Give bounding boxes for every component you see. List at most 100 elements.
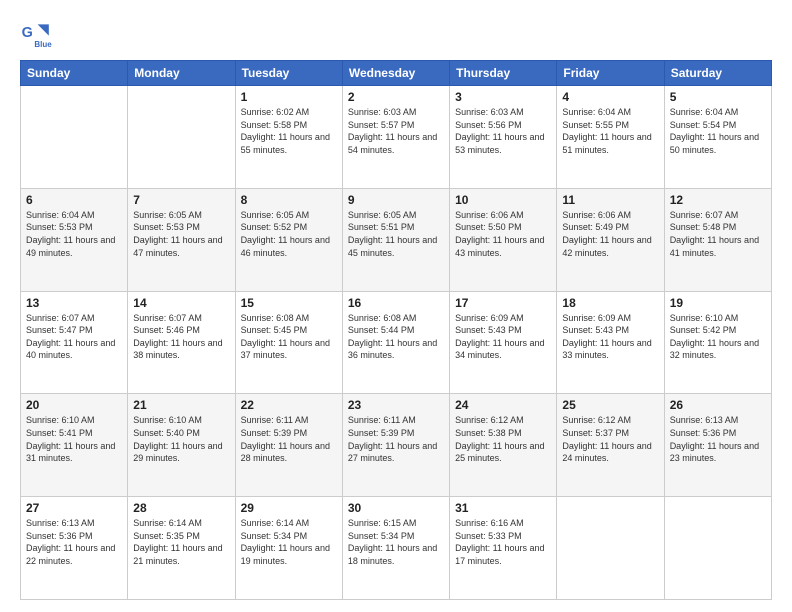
calendar-table: SundayMondayTuesdayWednesdayThursdayFrid… xyxy=(20,60,772,600)
logo: G Blue xyxy=(20,18,56,50)
cell-details: Sunrise: 6:13 AMSunset: 5:36 PMDaylight:… xyxy=(26,517,122,567)
page: G Blue SundayMondayTuesdayWednesdayThurs… xyxy=(0,0,792,612)
day-cell: 11 Sunrise: 6:06 AMSunset: 5:49 PMDayligh… xyxy=(557,188,664,291)
day-cell: 1 Sunrise: 6:02 AMSunset: 5:58 PMDaylight… xyxy=(235,86,342,189)
day-cell: 4 Sunrise: 6:04 AMSunset: 5:55 PMDaylight… xyxy=(557,86,664,189)
weekday-header-row: SundayMondayTuesdayWednesdayThursdayFrid… xyxy=(21,61,772,86)
cell-details: Sunrise: 6:11 AMSunset: 5:39 PMDaylight:… xyxy=(348,414,444,464)
day-cell: 22Sunrise: 6:11 AMSunset: 5:39 PMDayligh… xyxy=(235,394,342,497)
cell-details: Sunrise: 6:05 AMSunset: 5:52 PMDaylight:… xyxy=(241,209,337,259)
weekday-header-saturday: Saturday xyxy=(664,61,771,86)
day-cell: 15 Sunrise: 6:08 AMSunset: 5:45 PMDayligh… xyxy=(235,291,342,394)
cell-details: Sunrise: 6:14 AMSunset: 5:34 PMDaylight:… xyxy=(241,517,337,567)
weekday-header-thursday: Thursday xyxy=(450,61,557,86)
day-number: 6 xyxy=(26,193,122,207)
weekday-header-tuesday: Tuesday xyxy=(235,61,342,86)
week-row-2: 6 Sunrise: 6:04 AMSunset: 5:53 PMDaylight… xyxy=(21,188,772,291)
day-number: 24 xyxy=(455,398,551,412)
day-cell xyxy=(664,497,771,600)
day-number: 20 xyxy=(26,398,122,412)
day-cell: 24 Sunrise: 6:12 AMSunset: 5:38 PMDayligh… xyxy=(450,394,557,497)
day-cell: 18Sunrise: 6:09 AMSunset: 5:43 PMDayligh… xyxy=(557,291,664,394)
cell-details: Sunrise: 6:12 AMSunset: 5:37 PMDaylight:… xyxy=(562,414,658,464)
day-number: 21 xyxy=(133,398,229,412)
cell-details: Sunrise: 6:02 AMSunset: 5:58 PMDaylight:… xyxy=(241,106,337,156)
day-cell: 14 Sunrise: 6:07 AMSunset: 5:46 PMDayligh… xyxy=(128,291,235,394)
day-number: 10 xyxy=(455,193,551,207)
day-cell: 5 Sunrise: 6:04 AMSunset: 5:54 PMDaylight… xyxy=(664,86,771,189)
cell-details: Sunrise: 6:10 AMSunset: 5:42 PMDaylight:… xyxy=(670,312,766,362)
day-cell: 3Sunrise: 6:03 AMSunset: 5:56 PMDaylight… xyxy=(450,86,557,189)
day-cell: 30 Sunrise: 6:15 AMSunset: 5:34 PMDayligh… xyxy=(342,497,449,600)
week-row-1: 1 Sunrise: 6:02 AMSunset: 5:58 PMDaylight… xyxy=(21,86,772,189)
day-number: 5 xyxy=(670,90,766,104)
day-cell xyxy=(557,497,664,600)
cell-details: Sunrise: 6:04 AMSunset: 5:55 PMDaylight:… xyxy=(562,106,658,156)
day-cell: 20Sunrise: 6:10 AMSunset: 5:41 PMDayligh… xyxy=(21,394,128,497)
day-cell: 8 Sunrise: 6:05 AMSunset: 5:52 PMDaylight… xyxy=(235,188,342,291)
day-number: 13 xyxy=(26,296,122,310)
day-cell: 13 Sunrise: 6:07 AMSunset: 5:47 PMDayligh… xyxy=(21,291,128,394)
day-cell: 12 Sunrise: 6:07 AMSunset: 5:48 PMDayligh… xyxy=(664,188,771,291)
day-number: 12 xyxy=(670,193,766,207)
weekday-header-sunday: Sunday xyxy=(21,61,128,86)
cell-details: Sunrise: 6:07 AMSunset: 5:48 PMDaylight:… xyxy=(670,209,766,259)
svg-text:G: G xyxy=(22,25,33,41)
day-cell xyxy=(21,86,128,189)
day-number: 1 xyxy=(241,90,337,104)
day-cell: 21 Sunrise: 6:10 AMSunset: 5:40 PMDayligh… xyxy=(128,394,235,497)
day-cell: 17Sunrise: 6:09 AMSunset: 5:43 PMDayligh… xyxy=(450,291,557,394)
day-cell: 2Sunrise: 6:03 AMSunset: 5:57 PMDaylight… xyxy=(342,86,449,189)
day-number: 28 xyxy=(133,501,229,515)
cell-details: Sunrise: 6:14 AMSunset: 5:35 PMDaylight:… xyxy=(133,517,229,567)
weekday-header-wednesday: Wednesday xyxy=(342,61,449,86)
day-number: 16 xyxy=(348,296,444,310)
day-cell: 27 Sunrise: 6:13 AMSunset: 5:36 PMDayligh… xyxy=(21,497,128,600)
cell-details: Sunrise: 6:15 AMSunset: 5:34 PMDaylight:… xyxy=(348,517,444,567)
day-number: 14 xyxy=(133,296,229,310)
day-cell: 16 Sunrise: 6:08 AMSunset: 5:44 PMDayligh… xyxy=(342,291,449,394)
day-number: 27 xyxy=(26,501,122,515)
cell-details: Sunrise: 6:13 AMSunset: 5:36 PMDaylight:… xyxy=(670,414,766,464)
day-cell: 26Sunrise: 6:13 AMSunset: 5:36 PMDayligh… xyxy=(664,394,771,497)
weekday-header-friday: Friday xyxy=(557,61,664,86)
day-number: 2 xyxy=(348,90,444,104)
day-number: 9 xyxy=(348,193,444,207)
cell-details: Sunrise: 6:08 AMSunset: 5:44 PMDaylight:… xyxy=(348,312,444,362)
cell-details: Sunrise: 6:10 AMSunset: 5:40 PMDaylight:… xyxy=(133,414,229,464)
day-cell: 19 Sunrise: 6:10 AMSunset: 5:42 PMDayligh… xyxy=(664,291,771,394)
day-number: 8 xyxy=(241,193,337,207)
cell-details: Sunrise: 6:08 AMSunset: 5:45 PMDaylight:… xyxy=(241,312,337,362)
week-row-3: 13 Sunrise: 6:07 AMSunset: 5:47 PMDayligh… xyxy=(21,291,772,394)
day-number: 23 xyxy=(348,398,444,412)
day-number: 31 xyxy=(455,501,551,515)
header: G Blue xyxy=(20,18,772,50)
day-number: 19 xyxy=(670,296,766,310)
logo-icon: G Blue xyxy=(20,18,52,50)
cell-details: Sunrise: 6:04 AMSunset: 5:53 PMDaylight:… xyxy=(26,209,122,259)
cell-details: Sunrise: 6:12 AMSunset: 5:38 PMDaylight:… xyxy=(455,414,551,464)
day-number: 30 xyxy=(348,501,444,515)
day-cell: 7Sunrise: 6:05 AMSunset: 5:53 PMDaylight… xyxy=(128,188,235,291)
day-number: 11 xyxy=(562,193,658,207)
day-number: 15 xyxy=(241,296,337,310)
cell-details: Sunrise: 6:07 AMSunset: 5:46 PMDaylight:… xyxy=(133,312,229,362)
cell-details: Sunrise: 6:04 AMSunset: 5:54 PMDaylight:… xyxy=(670,106,766,156)
day-cell: 28 Sunrise: 6:14 AMSunset: 5:35 PMDayligh… xyxy=(128,497,235,600)
cell-details: Sunrise: 6:16 AMSunset: 5:33 PMDaylight:… xyxy=(455,517,551,567)
weekday-header-monday: Monday xyxy=(128,61,235,86)
day-cell: 29Sunrise: 6:14 AMSunset: 5:34 PMDayligh… xyxy=(235,497,342,600)
day-number: 3 xyxy=(455,90,551,104)
cell-details: Sunrise: 6:05 AMSunset: 5:53 PMDaylight:… xyxy=(133,209,229,259)
week-row-4: 20Sunrise: 6:10 AMSunset: 5:41 PMDayligh… xyxy=(21,394,772,497)
day-number: 25 xyxy=(562,398,658,412)
cell-details: Sunrise: 6:07 AMSunset: 5:47 PMDaylight:… xyxy=(26,312,122,362)
day-cell: 25 Sunrise: 6:12 AMSunset: 5:37 PMDayligh… xyxy=(557,394,664,497)
svg-text:Blue: Blue xyxy=(34,40,52,49)
cell-details: Sunrise: 6:09 AMSunset: 5:43 PMDaylight:… xyxy=(562,312,658,362)
day-cell: 9Sunrise: 6:05 AMSunset: 5:51 PMDaylight… xyxy=(342,188,449,291)
cell-details: Sunrise: 6:06 AMSunset: 5:49 PMDaylight:… xyxy=(562,209,658,259)
cell-details: Sunrise: 6:06 AMSunset: 5:50 PMDaylight:… xyxy=(455,209,551,259)
day-number: 4 xyxy=(562,90,658,104)
day-cell: 23 Sunrise: 6:11 AMSunset: 5:39 PMDayligh… xyxy=(342,394,449,497)
